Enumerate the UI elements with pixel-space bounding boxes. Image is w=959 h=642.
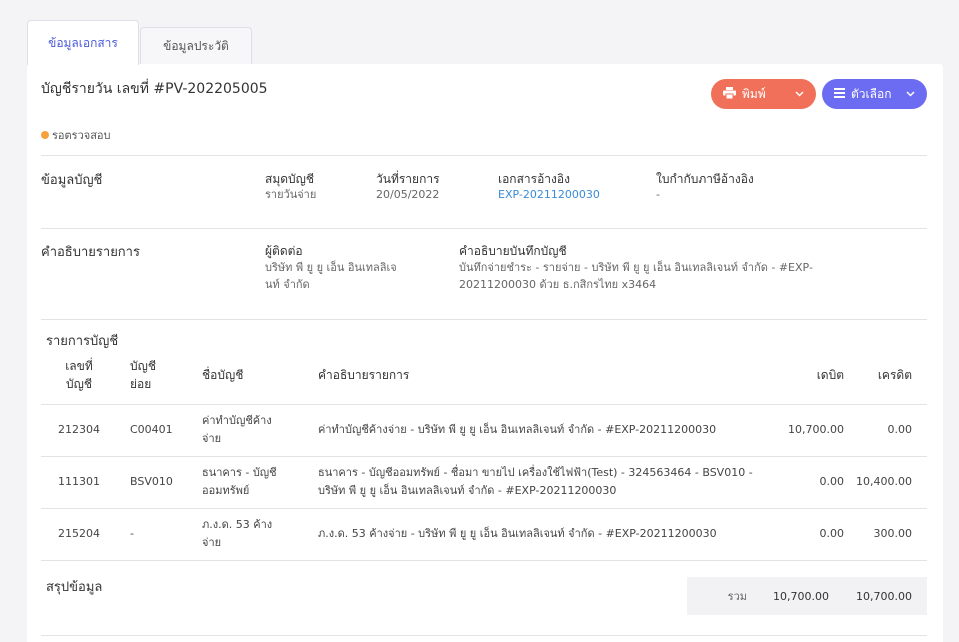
- sub-account: BSV010: [117, 456, 189, 509]
- account-info-title: ข้อมูลบัญชี: [41, 173, 103, 188]
- account-no: 212304: [41, 404, 117, 457]
- col-account-no-line2: บัญชี: [66, 377, 92, 392]
- credit-amount: 0.00: [844, 404, 927, 457]
- memo-value-line2: 20211200030 ด้วย ธ.กสิกรไทย x3464: [459, 278, 657, 291]
- page-title: บัญชีรายวัน เลขที่ #PV-202205005: [41, 81, 268, 97]
- col-sub-account: บัญชี ย่อย: [117, 347, 189, 405]
- contact-value-line1: บริษัท พี ยู ยู เอ็น อินเทลลิเจ: [265, 261, 397, 274]
- options-button[interactable]: ตัวเลือก: [822, 79, 927, 109]
- total-debit: 10,700.00: [773, 589, 829, 603]
- total-label: รวม: [727, 590, 747, 603]
- status-dot-icon: [41, 131, 49, 139]
- account-name-line2: จ่าย: [202, 536, 222, 549]
- journal-lines-table: เลขที่ บัญชี บัญชี ย่อย ชื่อบัญชี คำอธิบ…: [41, 347, 927, 561]
- col-sub-account-line1: บัญชี: [130, 359, 156, 374]
- reference-link[interactable]: EXP-20211200030: [498, 186, 600, 203]
- col-debit: เดบิต: [754, 347, 844, 405]
- debit-amount: 10,700.00: [754, 404, 844, 457]
- table-row: 111301 BSV010 ธนาคาร - บัญชี ออมทรัพย์ ธ…: [41, 456, 927, 509]
- divider: [41, 319, 927, 320]
- document-card: บัญชีรายวัน เลขที่ #PV-202205005 รอตรวจส…: [27, 64, 943, 642]
- print-button-label: พิมพ์: [742, 86, 766, 101]
- account-name-line1: ธนาคาร - บัญชี: [202, 466, 277, 479]
- line-description-line1: ค่าทำบัญชีค้างจ่าย - บริษัท พี ยู ยู เอ็…: [318, 423, 717, 436]
- divider: [41, 635, 927, 636]
- col-sub-account-line2: ย่อย: [130, 377, 152, 392]
- options-button-label: ตัวเลือก: [851, 86, 892, 101]
- memo-value: บันทึกจ่ายชำระ - รายจ่าย - บริษัท พี ยู …: [459, 259, 813, 293]
- col-credit: เครดิต: [844, 347, 927, 405]
- contact-value: บริษัท พี ยู ยู เอ็น อินเทลลิเจ นท์ จำกั…: [265, 259, 397, 293]
- journal-value: รายวันจ่าย: [265, 188, 317, 201]
- chevron-down-icon: [795, 89, 804, 100]
- col-account-no-line1: เลขที่: [65, 359, 93, 374]
- divider: [41, 155, 927, 156]
- menu-icon: [834, 87, 845, 101]
- account-name: ธนาคาร - บัญชี ออมทรัพย์: [189, 456, 305, 509]
- line-description-line2: บริษัท พี ยู ยู เอ็น อินเทลลิเจนท์ จำกัด…: [318, 484, 617, 497]
- table-row: 215204 - ภ.ง.ด. 53 ค้าง จ่าย ภ.ง.ด. 53 ค…: [41, 508, 927, 561]
- date-value: 20/05/2022: [376, 188, 440, 201]
- line-description: ธนาคาร - บัญชีออมทรัพย์ - ชื่อมา ขายไป เ…: [305, 456, 754, 509]
- chevron-down-icon: [906, 89, 915, 100]
- table-header-row: เลขที่ บัญชี บัญชี ย่อย ชื่อบัญชี คำอธิบ…: [41, 347, 927, 405]
- col-account-no: เลขที่ บัญชี: [41, 347, 117, 405]
- col-description: คำอธิบายรายการ: [305, 347, 754, 405]
- line-description: ภ.ง.ด. 53 ค้างจ่าย - บริษัท พี ยู ยู เอ็…: [305, 508, 754, 561]
- sub-account: C00401: [117, 404, 189, 457]
- tab-history[interactable]: ข้อมูลประวัติ: [140, 27, 252, 65]
- document-tabs: ข้อมูลเอกสาร ข้อมูลประวัติ: [27, 20, 252, 65]
- credit-amount: 10,400.00: [844, 456, 927, 509]
- account-no: 111301: [41, 456, 117, 509]
- summary-title: สรุปข้อมูล: [46, 580, 103, 595]
- status-label: รอตรวจสอบ: [52, 129, 111, 142]
- col-account-name: ชื่อบัญชี: [189, 347, 305, 405]
- account-no: 215204: [41, 508, 117, 561]
- table-row: 212304 C00401 ค่าทำบัญชีค้าง จ่าย ค่าทำบ…: [41, 404, 927, 457]
- total-credit: 10,700.00: [856, 589, 912, 603]
- tax-invoice-value: -: [656, 188, 660, 201]
- tab-document-info[interactable]: ข้อมูลเอกสาร: [27, 20, 139, 65]
- debit-amount: 0.00: [754, 456, 844, 509]
- account-name-line2: ออมทรัพย์: [202, 484, 250, 497]
- account-name-line1: ค่าทำบัญชีค้าง: [202, 414, 272, 427]
- account-name: ค่าทำบัญชีค้าง จ่าย: [189, 404, 305, 457]
- description-title: คำอธิบายรายการ: [41, 245, 140, 260]
- summary-totals: รวม 10,700.00 10,700.00: [687, 577, 927, 615]
- tab-history-label: ข้อมูลประวัติ: [163, 39, 229, 53]
- divider: [41, 228, 927, 229]
- line-description: ค่าทำบัญชีค้างจ่าย - บริษัท พี ยู ยู เอ็…: [305, 404, 754, 457]
- memo-value-line1: บันทึกจ่ายชำระ - รายจ่าย - บริษัท พี ยู …: [459, 261, 813, 274]
- account-name: ภ.ง.ด. 53 ค้าง จ่าย: [189, 508, 305, 561]
- printer-icon: [723, 86, 736, 102]
- line-description-line1: ภ.ง.ด. 53 ค้างจ่าย - บริษัท พี ยู ยู เอ็…: [318, 527, 717, 540]
- credit-amount: 300.00: [844, 508, 927, 561]
- account-name-line2: จ่าย: [202, 432, 222, 445]
- tab-document-info-label: ข้อมูลเอกสาร: [48, 35, 118, 50]
- account-name-line1: ภ.ง.ด. 53 ค้าง: [202, 518, 273, 531]
- contact-value-line2: นท์ จำกัด: [265, 278, 310, 291]
- debit-amount: 0.00: [754, 508, 844, 561]
- tax-invoice-label: ใบกำกับภาษีอ้างอิง: [656, 172, 754, 186]
- sub-account: -: [117, 508, 189, 561]
- status-badge: รอตรวจสอบ: [41, 126, 111, 144]
- line-description-line1: ธนาคาร - บัญชีออมทรัพย์ - ชื่อมา ขายไป เ…: [318, 466, 753, 479]
- print-button[interactable]: พิมพ์: [711, 79, 816, 109]
